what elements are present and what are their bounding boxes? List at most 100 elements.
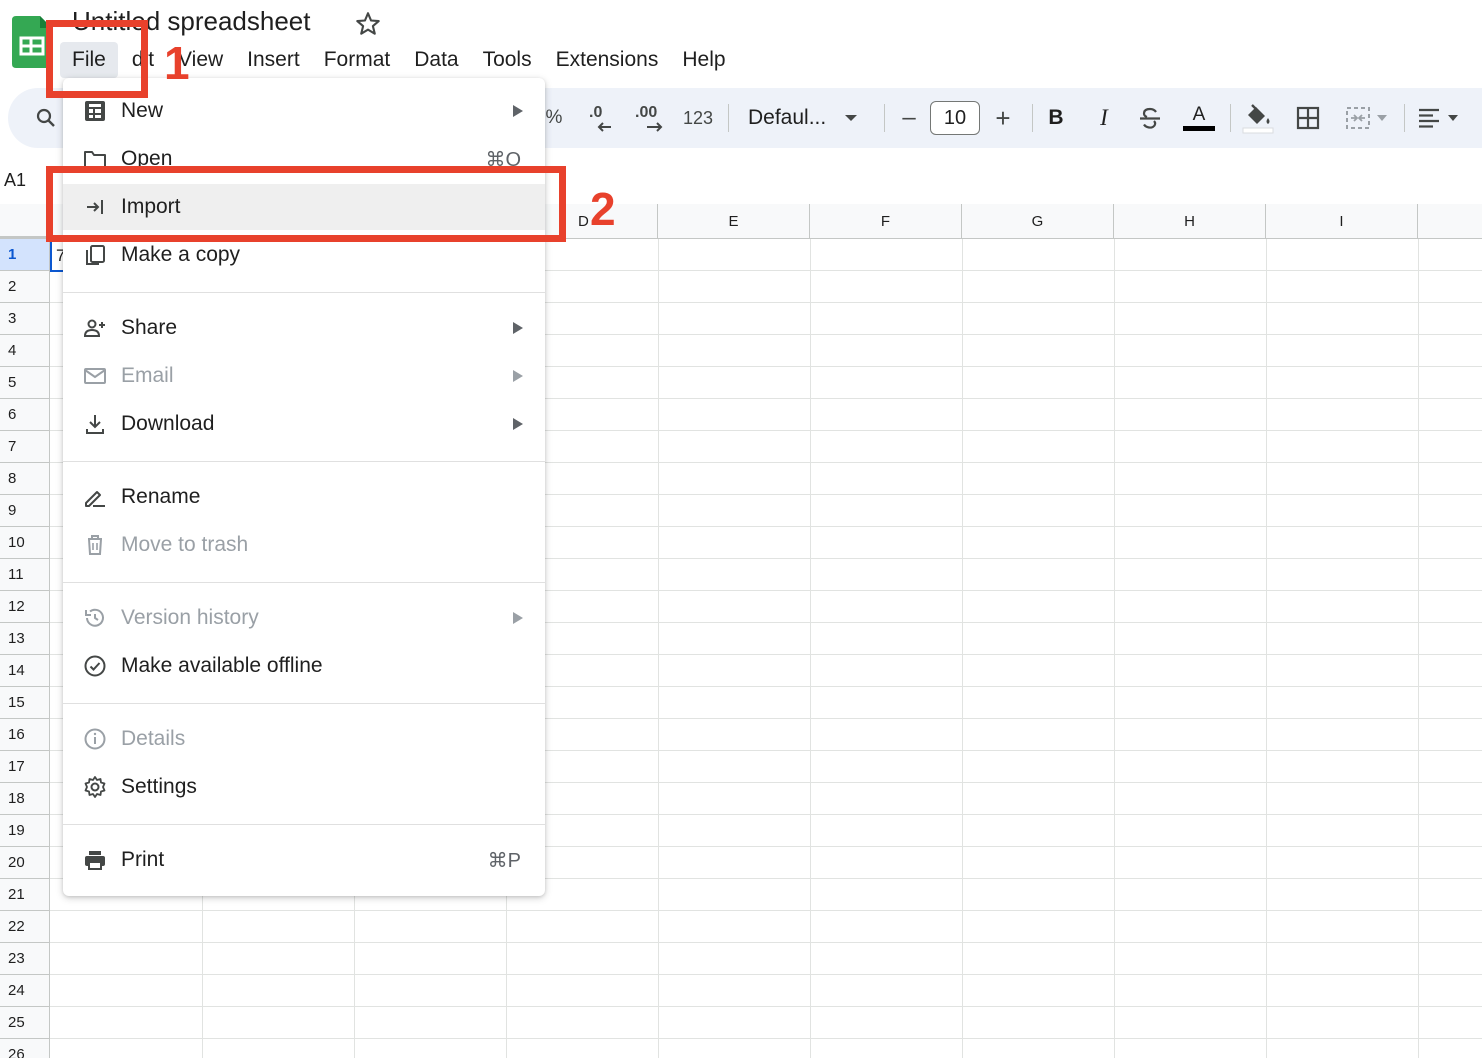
- row-header[interactable]: 4: [0, 335, 50, 367]
- merge-cells-icon: [1346, 107, 1370, 129]
- file-menu-download-label: Download: [121, 412, 215, 435]
- row-header[interactable]: 21: [0, 879, 50, 911]
- decrease-decimal-button[interactable]: .0: [582, 88, 622, 148]
- text-color-button[interactable]: A: [1180, 88, 1218, 148]
- file-menu-print-shortcut: ⌘P: [487, 849, 521, 872]
- row-header[interactable]: 6: [0, 399, 50, 431]
- row-header[interactable]: 5: [0, 367, 50, 399]
- column-header-g[interactable]: G: [962, 204, 1114, 239]
- number-format-button[interactable]: 123: [676, 88, 720, 148]
- increase-decimal-button[interactable]: .00: [630, 88, 674, 148]
- select-all-corner[interactable]: [0, 204, 50, 239]
- column-header-f[interactable]: F: [810, 204, 962, 239]
- row-header[interactable]: 18: [0, 783, 50, 815]
- chevron-down-icon: [1377, 115, 1387, 121]
- file-menu-settings[interactable]: Settings: [63, 764, 545, 810]
- bold-button[interactable]: B: [1038, 88, 1074, 148]
- file-menu-rename[interactable]: Rename: [63, 474, 545, 520]
- row-header[interactable]: 11: [0, 559, 50, 591]
- star-icon[interactable]: [354, 10, 382, 38]
- file-menu-settings-label: Settings: [121, 775, 197, 798]
- column-header-i[interactable]: I: [1266, 204, 1418, 239]
- horizontal-align-button[interactable]: [1412, 88, 1464, 148]
- row-header[interactable]: 8: [0, 463, 50, 495]
- borders-grid-icon: [1296, 106, 1320, 130]
- history-icon: [85, 608, 104, 627]
- fill-color-button[interactable]: [1238, 88, 1278, 148]
- font-family-select[interactable]: Defaul...: [748, 88, 858, 148]
- strikethrough-button[interactable]: [1132, 88, 1168, 148]
- row-header[interactable]: 10: [0, 527, 50, 559]
- file-menu-email[interactable]: Email: [63, 353, 545, 399]
- row-header[interactable]: 12: [0, 591, 50, 623]
- chevron-down-icon: [1448, 115, 1458, 121]
- row-header[interactable]: 25: [0, 1007, 50, 1039]
- row-header[interactable]: 2: [0, 271, 50, 303]
- file-menu-move-to-trash[interactable]: Move to trash: [63, 522, 545, 568]
- row-header[interactable]: 7: [0, 431, 50, 463]
- grid-row-line: [50, 1006, 1482, 1007]
- file-menu-make-copy-label: Make a copy: [121, 243, 241, 266]
- file-menu-version-history[interactable]: Version history: [63, 595, 545, 641]
- name-box[interactable]: A1: [4, 170, 26, 191]
- menu-data[interactable]: Data: [402, 42, 470, 78]
- menu-divider: [63, 703, 545, 704]
- file-menu-download[interactable]: Download: [63, 401, 545, 447]
- toolbar-divider: [1404, 104, 1405, 132]
- file-menu-make-available-offline[interactable]: Make available offline: [63, 643, 545, 689]
- file-menu-rename-label: Rename: [121, 485, 201, 508]
- menu-help[interactable]: Help: [670, 42, 737, 78]
- submenu-arrow-icon: [513, 370, 523, 382]
- row-header[interactable]: 15: [0, 687, 50, 719]
- column-header-e[interactable]: E: [658, 204, 810, 239]
- printer-icon: [85, 851, 105, 870]
- submenu-arrow-icon: [513, 418, 523, 430]
- annotation-box-step-2: [46, 166, 566, 242]
- annotation-box-step-1: [46, 20, 148, 98]
- font-family-value: Defaul...: [748, 106, 827, 129]
- column-header-h[interactable]: H: [1114, 204, 1266, 239]
- row-header[interactable]: 9: [0, 495, 50, 527]
- italic-button[interactable]: I: [1086, 88, 1122, 148]
- row-header[interactable]: 24: [0, 975, 50, 1007]
- grid-row-line: [50, 1038, 1482, 1039]
- file-menu-share[interactable]: Share: [63, 305, 545, 351]
- row-header[interactable]: 19: [0, 815, 50, 847]
- file-menu-details[interactable]: Details: [63, 716, 545, 762]
- borders-button[interactable]: [1290, 88, 1326, 148]
- grid-column-line: [962, 239, 963, 1058]
- menu-tools[interactable]: Tools: [471, 42, 544, 78]
- merge-cells-button[interactable]: [1338, 88, 1396, 148]
- row-header[interactable]: 20: [0, 847, 50, 879]
- share-person-icon: [83, 319, 105, 337]
- menu-extensions[interactable]: Extensions: [544, 42, 671, 78]
- new-sheet-icon: [85, 101, 105, 121]
- row-header[interactable]: 23: [0, 943, 50, 975]
- file-menu-version-history-label: Version history: [121, 606, 259, 629]
- chevron-down-icon: [845, 115, 858, 121]
- grid-column-line: [1266, 239, 1267, 1058]
- row-header[interactable]: 26: [0, 1039, 50, 1058]
- row-header[interactable]: 16: [0, 719, 50, 751]
- rename-pencil-icon: [85, 491, 105, 507]
- decrease-decimal-icon: .0: [589, 104, 611, 132]
- row-header[interactable]: 1: [0, 239, 50, 271]
- row-header[interactable]: 14: [0, 655, 50, 687]
- file-menu-share-label: Share: [121, 316, 178, 339]
- file-menu-print[interactable]: Print ⌘P: [63, 837, 545, 883]
- increase-font-size-button[interactable]: +: [986, 88, 1020, 148]
- menu-format[interactable]: Format: [312, 42, 403, 78]
- menu-insert[interactable]: Insert: [235, 42, 312, 78]
- file-menu-move-to-trash-label: Move to trash: [121, 533, 249, 556]
- row-header[interactable]: 13: [0, 623, 50, 655]
- row-header[interactable]: 22: [0, 911, 50, 943]
- row-header[interactable]: 3: [0, 303, 50, 335]
- toolbar-divider: [884, 104, 885, 132]
- decrease-font-size-button[interactable]: –: [892, 88, 926, 148]
- file-menu-make-available-offline-label: Make available offline: [121, 654, 323, 677]
- grid-row-line: [50, 910, 1482, 911]
- toolbar-divider: [728, 104, 729, 132]
- grid-row-line: [50, 974, 1482, 975]
- font-size-input[interactable]: 10: [930, 101, 980, 135]
- row-header[interactable]: 17: [0, 751, 50, 783]
